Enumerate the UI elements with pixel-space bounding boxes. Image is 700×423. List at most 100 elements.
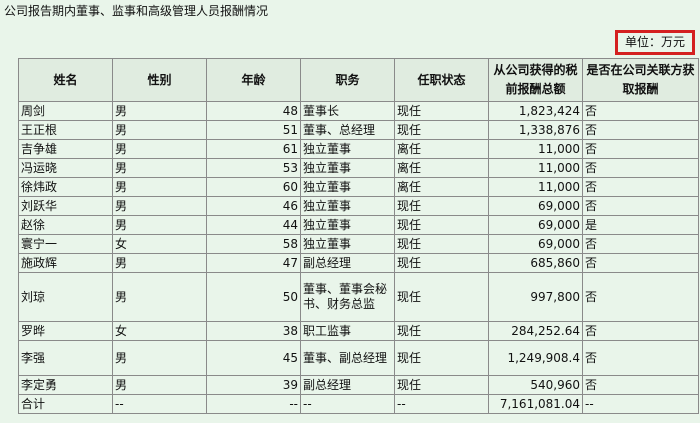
- cell-pay: 7,161,081.04: [488, 394, 583, 414]
- cell-status: 现任: [394, 321, 489, 341]
- cell-related: 否: [582, 375, 699, 395]
- cell-position: 独立董事: [300, 196, 395, 216]
- cell-name: 李强: [18, 340, 113, 376]
- compensation-table: 姓名 性别 年龄 职务 任职状态 从公司获得的税前报酬总额 是否在公司关联方获取…: [18, 58, 699, 414]
- table-row: 寰宁一 女 58 独立董事 现任 69,000 否: [18, 234, 699, 254]
- cell-position: 董事长: [300, 101, 395, 121]
- cell-pay: 11,000: [488, 158, 583, 178]
- cell-age: 60: [206, 177, 301, 197]
- cell-related: 否: [582, 120, 699, 140]
- cell-age: 47: [206, 253, 301, 273]
- cell-position: 副总经理: [300, 253, 395, 273]
- cell-related: 否: [582, 253, 699, 273]
- cell-position: 董事、董事会秘书、财务总监: [300, 272, 395, 322]
- cell-status: 现任: [394, 272, 489, 322]
- cell-status: 现任: [394, 120, 489, 140]
- cell-position: 独立董事: [300, 215, 395, 235]
- cell-related: 是: [582, 215, 699, 235]
- cell-position: 独立董事: [300, 234, 395, 254]
- cell-age: --: [206, 394, 301, 414]
- cell-position: 职工监事: [300, 321, 395, 341]
- cell-related: 否: [582, 321, 699, 341]
- cell-status: 现任: [394, 215, 489, 235]
- cell-status: 离任: [394, 177, 489, 197]
- cell-pay: 1,338,876: [488, 120, 583, 140]
- cell-gender: 女: [112, 321, 207, 341]
- cell-age: 51: [206, 120, 301, 140]
- cell-position: 独立董事: [300, 158, 395, 178]
- table-row: 周剑 男 48 董事长 现任 1,823,424 否: [18, 101, 699, 121]
- cell-name: 罗晔: [18, 321, 113, 341]
- header-row: 姓名 性别 年龄 职务 任职状态 从公司获得的税前报酬总额 是否在公司关联方获取…: [18, 58, 699, 102]
- cell-age: 61: [206, 139, 301, 159]
- cell-position: 副总经理: [300, 375, 395, 395]
- cell-gender: 男: [112, 120, 207, 140]
- table-row: 李定勇 男 39 副总经理 现任 540,960 否: [18, 375, 699, 395]
- table-row: 施政辉 男 47 副总经理 现任 685,860 否: [18, 253, 699, 273]
- cell-pay: 69,000: [488, 215, 583, 235]
- cell-gender: 男: [112, 253, 207, 273]
- cell-related: 否: [582, 101, 699, 121]
- cell-pay: 685,860: [488, 253, 583, 273]
- cell-status: 离任: [394, 139, 489, 159]
- table-row: 王正根 男 51 董事、总经理 现任 1,338,876 否: [18, 120, 699, 140]
- cell-name: 刘跃华: [18, 196, 113, 216]
- cell-age: 46: [206, 196, 301, 216]
- header-related: 是否在公司关联方获取报酬: [582, 58, 699, 102]
- table-row: 罗晔 女 38 职工监事 现任 284,252.64 否: [18, 321, 699, 341]
- cell-gender: --: [112, 394, 207, 414]
- cell-age: 58: [206, 234, 301, 254]
- cell-gender: 男: [112, 177, 207, 197]
- cell-gender: 男: [112, 340, 207, 376]
- table-row: 冯运晓 男 53 独立董事 离任 11,000 否: [18, 158, 699, 178]
- section-title: 公司报告期内董事、监事和高级管理人员报酬情况: [4, 4, 269, 18]
- cell-position: 独立董事: [300, 139, 395, 159]
- cell-status: 现任: [394, 196, 489, 216]
- cell-position: 董事、总经理: [300, 120, 395, 140]
- cell-pay: 997,800: [488, 272, 583, 322]
- cell-name: 吉争雄: [18, 139, 113, 159]
- header-status: 任职状态: [394, 58, 489, 102]
- cell-gender: 男: [112, 158, 207, 178]
- cell-name: 施政辉: [18, 253, 113, 273]
- table-row: 赵徐 男 44 独立董事 现任 69,000 是: [18, 215, 699, 235]
- header-pay: 从公司获得的税前报酬总额: [488, 58, 583, 102]
- cell-related: 否: [582, 177, 699, 197]
- table-row: 刘琼 男 50 董事、董事会秘书、财务总监 现任 997,800 否: [18, 272, 699, 322]
- cell-age: 39: [206, 375, 301, 395]
- cell-status: 现任: [394, 340, 489, 376]
- cell-age: 53: [206, 158, 301, 178]
- unit-label: 单位：万元: [615, 30, 695, 55]
- header-name: 姓名: [18, 58, 113, 102]
- cell-gender: 男: [112, 139, 207, 159]
- table-row: 吉争雄 男 61 独立董事 离任 11,000 否: [18, 139, 699, 159]
- cell-age: 44: [206, 215, 301, 235]
- cell-status: 离任: [394, 158, 489, 178]
- cell-name: 周剑: [18, 101, 113, 121]
- table-row: 徐炜政 男 60 独立董事 离任 11,000 否: [18, 177, 699, 197]
- cell-status: 现任: [394, 101, 489, 121]
- cell-related: 否: [582, 272, 699, 322]
- cell-gender: 男: [112, 196, 207, 216]
- cell-pay: 284,252.64: [488, 321, 583, 341]
- cell-related: 否: [582, 139, 699, 159]
- table-row: 刘跃华 男 46 独立董事 现任 69,000 否: [18, 196, 699, 216]
- table-row: 李强 男 45 董事、副总经理 现任 1,249,908.4 否: [18, 340, 699, 376]
- cell-name: 王正根: [18, 120, 113, 140]
- cell-name: 合计: [18, 394, 113, 414]
- cell-age: 50: [206, 272, 301, 322]
- cell-related: 否: [582, 196, 699, 216]
- cell-position: 董事、副总经理: [300, 340, 395, 376]
- cell-related: 否: [582, 158, 699, 178]
- cell-pay: 11,000: [488, 139, 583, 159]
- cell-pay: 11,000: [488, 177, 583, 197]
- cell-age: 45: [206, 340, 301, 376]
- cell-pay: 69,000: [488, 196, 583, 216]
- cell-name: 冯运晓: [18, 158, 113, 178]
- cell-gender: 男: [112, 215, 207, 235]
- cell-gender: 男: [112, 272, 207, 322]
- cell-age: 38: [206, 321, 301, 341]
- cell-position: 独立董事: [300, 177, 395, 197]
- cell-pay: 1,823,424: [488, 101, 583, 121]
- cell-name: 寰宁一: [18, 234, 113, 254]
